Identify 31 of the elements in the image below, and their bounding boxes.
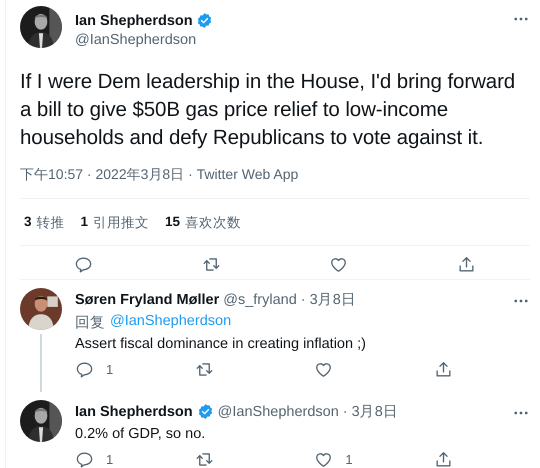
reply-to-label: 回复 [75,314,105,332]
stat-label[interactable]: 转推 [36,214,65,232]
stat-count[interactable]: 15 [165,214,180,232]
stat-label[interactable]: 喜欢次数 [185,214,242,232]
author-handle[interactable]: @s_fryland [223,292,297,308]
action-count: 1 [106,452,114,467]
heart-icon[interactable] [314,450,334,468]
author-handle[interactable]: @IanShepherdson [75,32,512,48]
tweet-text: If I were Dem leadership in the House, I'd bring forward a bill to give $50B gas price relief to low-income households and defy Republicans to vote against it. [20,69,516,151]
author-handle[interactable]: @IanShepherdson [218,404,339,420]
author-name[interactable]: Søren Fryland Møller [75,292,220,308]
author-name[interactable]: Ian Shepherdson [75,404,193,420]
speech-bubble-icon[interactable] [75,360,94,379]
speech-bubble-icon[interactable] [74,255,94,274]
reply-date[interactable]: · 3月8日 [342,402,398,421]
share-icon[interactable] [434,360,453,379]
author-name[interactable]: Ian Shepherdson [75,12,193,28]
heart-icon[interactable] [314,360,334,379]
share-icon[interactable] [434,450,453,468]
tweet-timestamp[interactable]: 下午10:57 · 2022年3月8日 · Twitter Web App [20,166,530,199]
reply-date[interactable]: · 3月8日 [300,290,356,309]
stat-count[interactable]: 1 [80,214,88,232]
reply-text: 0.2% of GDP, so no. [75,426,206,442]
share-icon[interactable] [456,255,476,274]
heart-icon[interactable] [329,255,348,274]
reply-text: Assert fiscal dominance in creating inflation ;) [75,336,367,352]
action-count: 1 [106,362,114,377]
stat-count[interactable]: 3 [24,214,32,232]
stat-label[interactable]: 引用推文 [93,214,150,232]
action-count: 1 [345,452,353,467]
speech-bubble-icon[interactable] [75,450,94,468]
